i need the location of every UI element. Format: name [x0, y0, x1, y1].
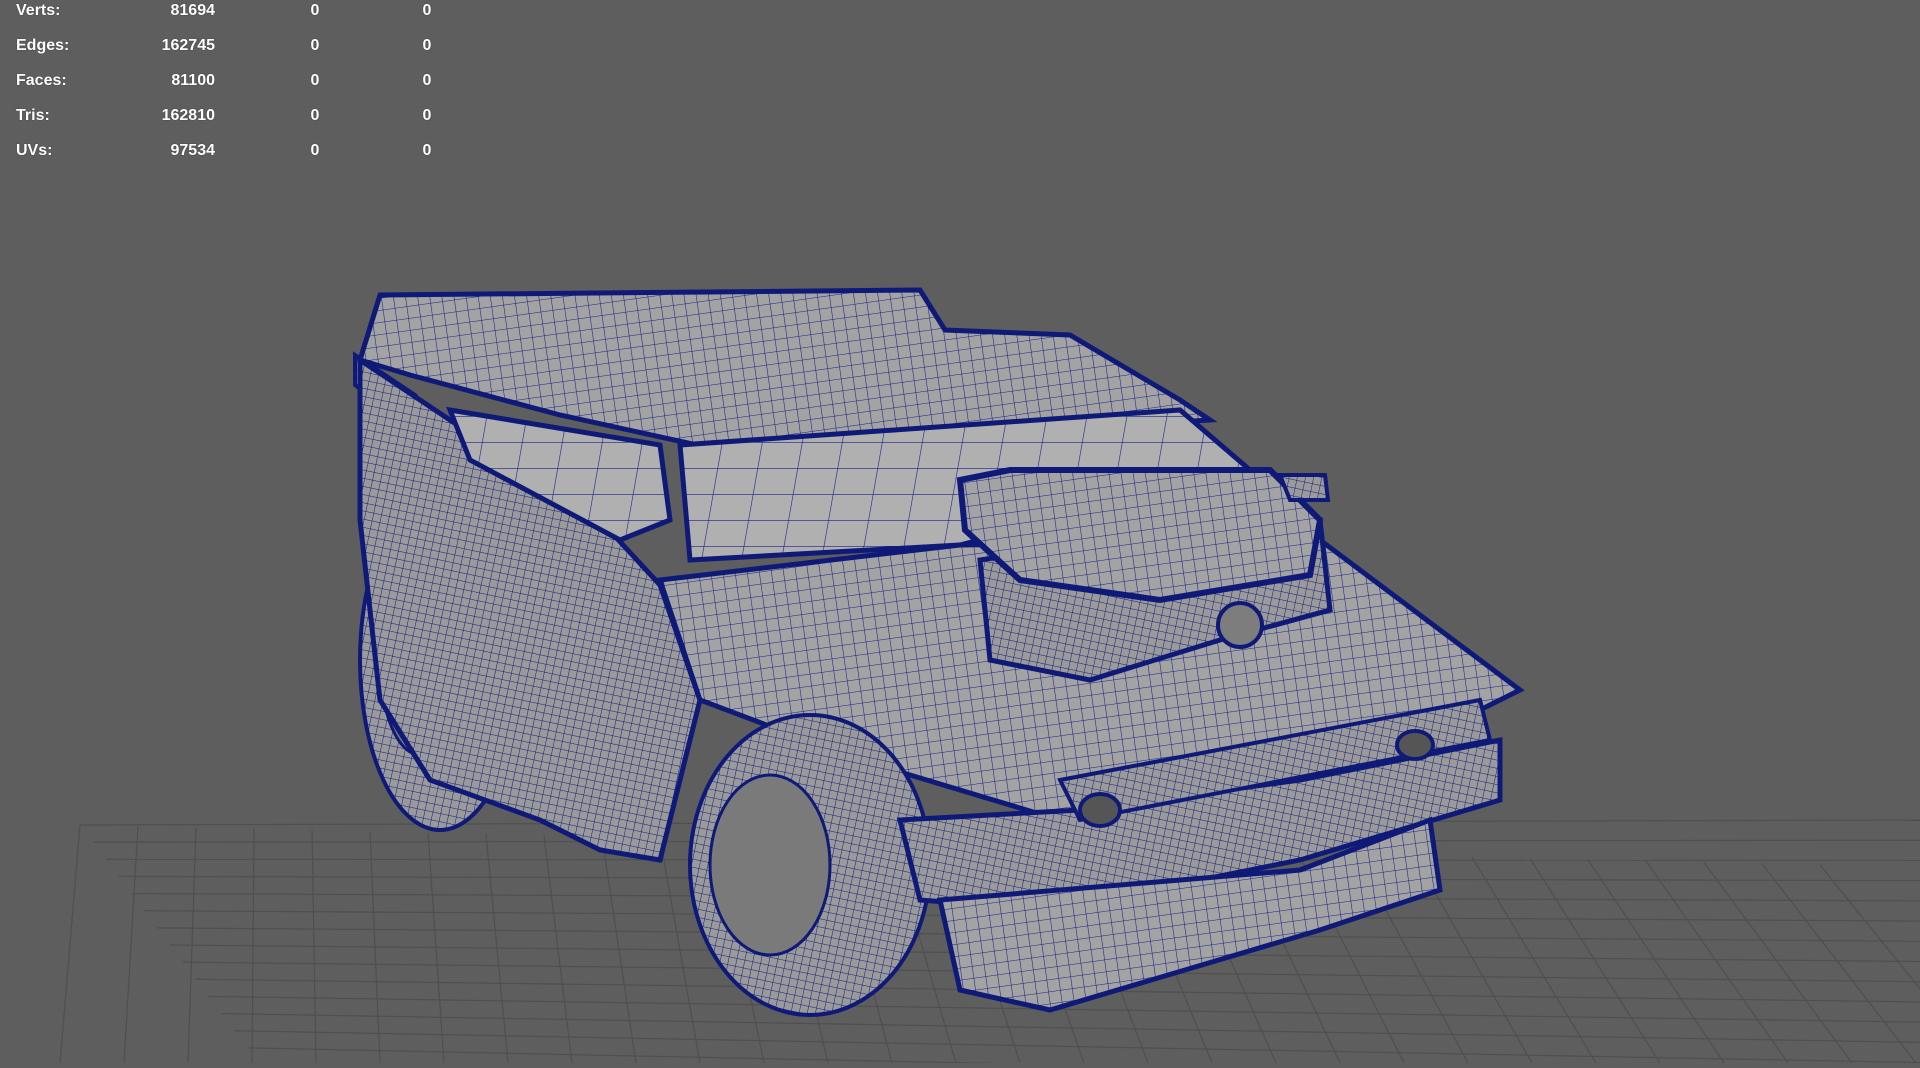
hud-label: Verts: — [16, 2, 61, 19]
grid-line — [1761, 863, 1917, 1064]
hud-row-verts: Verts: 81694 0 0 — [0, 2, 460, 26]
hud-selected: 0 — [310, 107, 320, 124]
hud-label: Tris: — [16, 107, 50, 124]
grid-line — [234, 1030, 1920, 1064]
hud-selected: 0 — [310, 2, 320, 19]
hud-total: 97534 — [170, 142, 216, 159]
grid-line — [1529, 858, 1661, 1064]
grid-line — [1703, 861, 1853, 1064]
headlight-left — [1078, 792, 1122, 828]
hud-total: 81694 — [170, 2, 216, 19]
car-model — [353, 287, 1525, 1017]
hud-component: 0 — [422, 72, 432, 89]
hud-component: 0 — [422, 2, 432, 19]
hud-row-edges: Edges: 162745 0 0 — [0, 37, 460, 61]
hud-selected: 0 — [310, 142, 320, 159]
hud-component: 0 — [422, 37, 432, 54]
hud-total: 81100 — [171, 72, 215, 89]
grid-line — [1645, 860, 1789, 1064]
grid-line — [601, 836, 637, 1064]
grid-line — [1471, 856, 1597, 1064]
hud-total: 162810 — [161, 107, 215, 124]
grid-line — [59, 824, 81, 1064]
hud-row-tris: Tris: 162810 0 0 — [0, 107, 460, 131]
hud-component: 0 — [422, 107, 432, 124]
headlight-right — [1395, 729, 1435, 761]
hud-selected: 0 — [310, 37, 320, 54]
hud-label: Edges: — [16, 37, 70, 54]
grid-line — [123, 826, 139, 1064]
hud-row-faces: Faces: 81100 0 0 — [0, 72, 460, 96]
grid-line — [1819, 864, 1920, 990]
hud-total: 162745 — [161, 37, 215, 54]
hud-component: 0 — [422, 142, 432, 159]
hud-row-uvs: UVs: 97534 0 0 — [0, 142, 460, 166]
hud-selected: 0 — [310, 72, 320, 89]
hud-label: Faces: — [16, 72, 67, 89]
blower-pulley — [1216, 601, 1264, 649]
hud-label: UVs: — [16, 142, 53, 159]
grid-line — [1587, 859, 1725, 1064]
